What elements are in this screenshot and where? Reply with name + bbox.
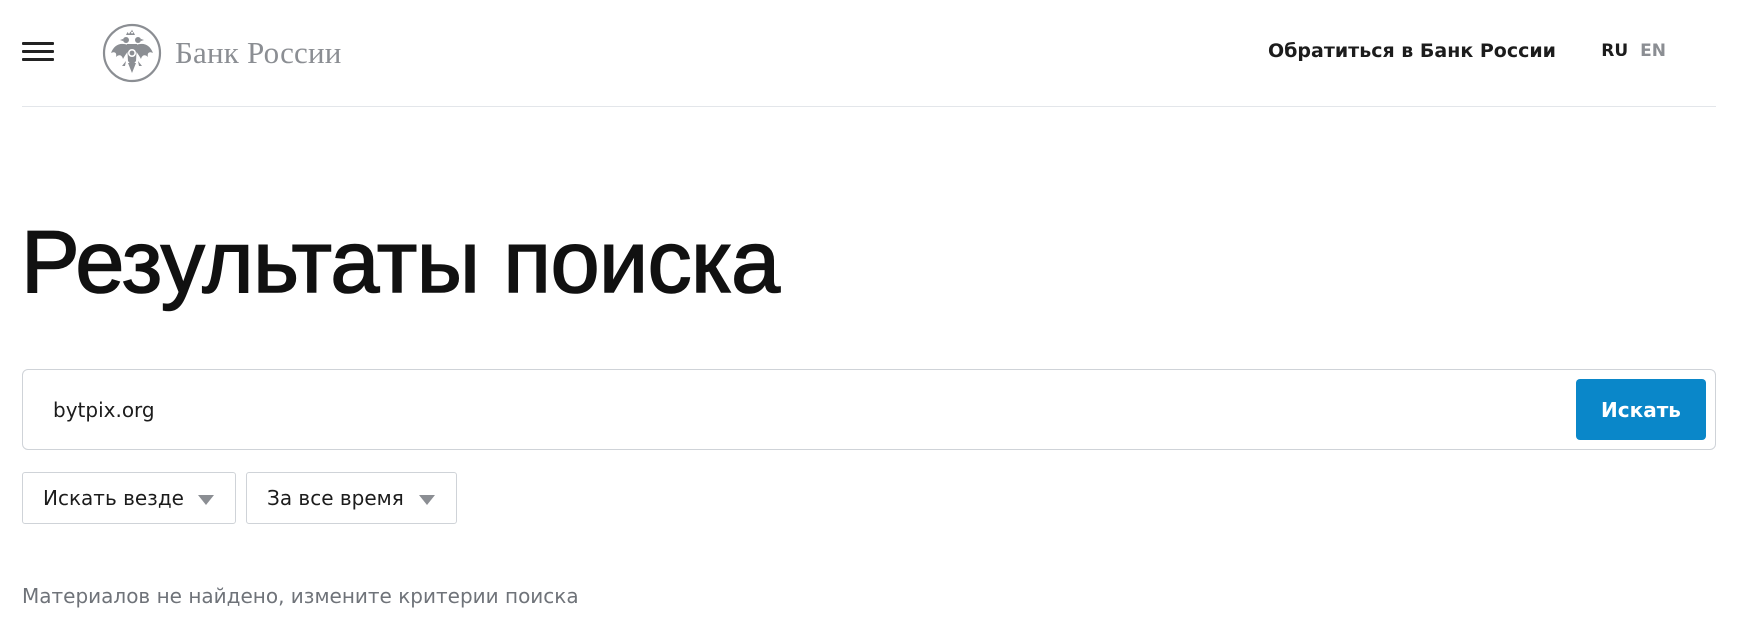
menu-icon-line <box>22 42 54 45</box>
site-header: Банк России Обратиться в Банк России RU … <box>22 0 1716 107</box>
chevron-down-icon <box>419 495 435 505</box>
menu-icon-line <box>22 58 54 61</box>
chevron-down-icon <box>198 495 214 505</box>
period-filter-dropdown[interactable]: За все время <box>246 472 457 524</box>
scope-filter-dropdown[interactable]: Искать везде <box>22 472 236 524</box>
lang-ru-option[interactable]: RU <box>1601 41 1628 61</box>
no-results-message: Материалов не найдено, измените критерии… <box>22 584 579 608</box>
logo-text: Банк России <box>175 35 342 70</box>
eagle-emblem-icon <box>102 23 162 83</box>
contact-bank-link[interactable]: Обратиться в Банк России <box>1268 40 1556 62</box>
menu-icon[interactable] <box>22 42 54 62</box>
scope-filter-value: Искать везде <box>43 486 184 510</box>
language-switcher: RU EN <box>1601 41 1666 61</box>
search-button[interactable]: Искать <box>1576 379 1706 440</box>
search-input[interactable] <box>53 390 1453 430</box>
search-box: Искать <box>22 369 1716 450</box>
site-logo[interactable]: Банк России <box>102 22 342 84</box>
page: Банк России Обратиться в Банк России RU … <box>0 0 1740 637</box>
menu-icon-line <box>22 50 54 53</box>
period-filter-value: За все время <box>267 486 404 510</box>
lang-en-option[interactable]: EN <box>1640 41 1666 61</box>
page-title: Результаты поиска <box>20 212 781 311</box>
